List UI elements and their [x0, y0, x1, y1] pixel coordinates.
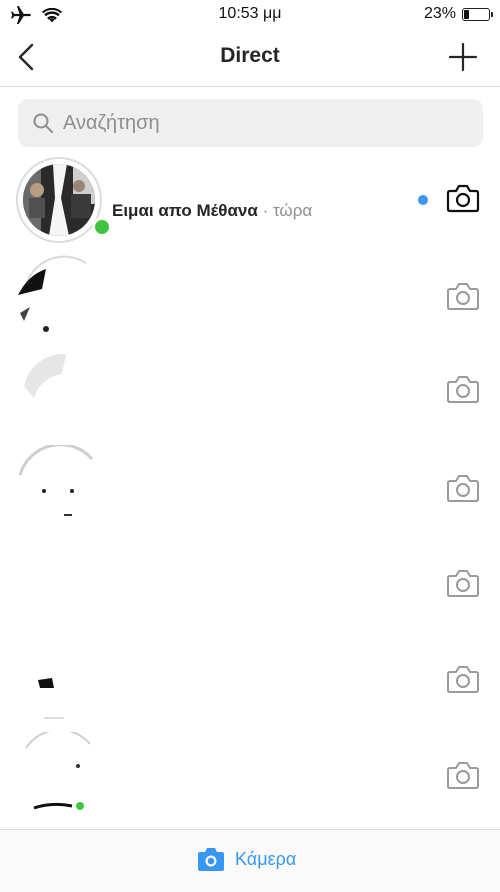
- camera-icon: [198, 848, 224, 871]
- plus-icon[interactable]: [448, 42, 478, 72]
- online-status-dot: [92, 217, 112, 237]
- search-bar[interactable]: [18, 99, 483, 147]
- battery-icon: [462, 7, 493, 21]
- bottom-bar: Κάμερα: [0, 829, 500, 892]
- avatar[interactable]: [16, 157, 112, 243]
- thread-row[interactable]: Ειμαι απο Μέθανα · τώρα: [0, 157, 500, 253]
- battery-level: [464, 9, 469, 19]
- camera-icon[interactable]: [446, 281, 480, 311]
- thread-time: τώρα: [272, 201, 313, 220]
- thread-name: Ειμαι απο Μέθανα: [112, 201, 258, 220]
- camera-icon[interactable]: [446, 183, 480, 213]
- thread-row[interactable]: [0, 636, 500, 732]
- thread-row[interactable]: [0, 445, 500, 541]
- nav-bar: Direct: [0, 30, 500, 87]
- camera-icon[interactable]: [446, 568, 480, 598]
- thread-row[interactable]: [0, 350, 500, 446]
- avatar[interactable]: [16, 636, 102, 722]
- avatar[interactable]: [16, 350, 102, 436]
- avatar[interactable]: [16, 732, 102, 818]
- camera-icon[interactable]: [446, 664, 480, 694]
- thread-separator: ·: [257, 201, 273, 220]
- search-icon: [33, 113, 53, 133]
- status-bar: 10:53 μμ 23%: [0, 0, 500, 30]
- battery-percent: 23%: [423, 5, 456, 22]
- camera-icon[interactable]: [446, 473, 480, 503]
- camera-icon[interactable]: [446, 760, 480, 790]
- thread-row[interactable]: [0, 540, 500, 636]
- avatar[interactable]: [16, 445, 102, 531]
- thread-row[interactable]: [0, 255, 500, 351]
- unread-indicator: [418, 195, 428, 205]
- page-title: Direct: [220, 44, 280, 67]
- camera-button-label: Κάμερα: [235, 848, 297, 869]
- avatar[interactable]: [16, 255, 102, 341]
- avatar-photo: [23, 164, 95, 236]
- camera-button[interactable]: Κάμερα: [197, 846, 296, 872]
- search-input[interactable]: [63, 99, 463, 147]
- thread-row[interactable]: [0, 732, 500, 828]
- camera-icon[interactable]: [446, 374, 480, 404]
